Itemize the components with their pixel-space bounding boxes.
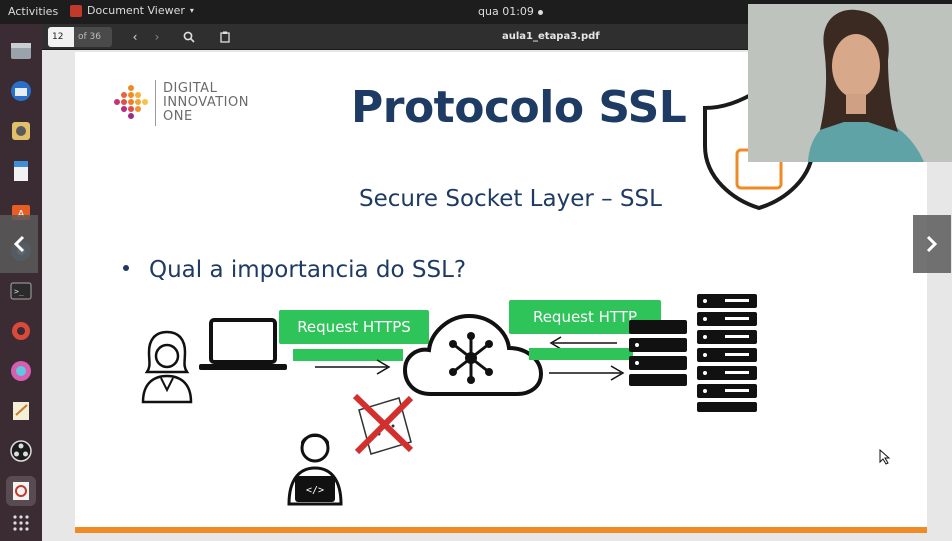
document-filename: aula1_etapa3.pdf: [502, 31, 600, 42]
dock-obs[interactable]: [6, 436, 36, 466]
page-total: of 36: [74, 27, 112, 47]
slide-title: Protocolo SSL: [351, 82, 687, 133]
notification-dot-icon: [537, 9, 543, 15]
color-wheel-icon: [11, 361, 31, 381]
annotations-button[interactable]: [216, 28, 234, 46]
next-page-button[interactable]: ›: [148, 28, 166, 46]
logo-line-3: ONE: [163, 109, 193, 124]
app-menu[interactable]: Document Viewer ▾: [70, 4, 194, 17]
mouse-cursor-icon: [879, 449, 891, 465]
clipboard-icon: [220, 31, 230, 43]
obs-icon: [10, 440, 32, 462]
chevron-right-icon: ›: [154, 30, 160, 44]
chevron-left-icon: [13, 235, 25, 253]
mail-icon: [11, 81, 31, 101]
slide-subtitle: Secure Socket Layer – SSL: [359, 186, 662, 212]
webcam-overlay: [748, 4, 952, 162]
chevron-right-icon: [926, 235, 938, 253]
logo-line-1: DIGITAL: [163, 81, 218, 96]
clock-text: qua 01:09: [478, 5, 534, 18]
dock-writer[interactable]: [6, 156, 36, 186]
server-rack-icon: [697, 294, 757, 412]
dock-terminal[interactable]: >_: [6, 276, 36, 306]
search-button[interactable]: [180, 28, 198, 46]
presenter-video-icon: [748, 4, 952, 162]
dio-logo-icon: [114, 85, 148, 119]
http-green-arrow: [529, 348, 633, 360]
previous-page-button[interactable]: ‹: [126, 28, 144, 46]
music-icon: [12, 122, 30, 140]
dock-document-viewer[interactable]: [6, 476, 36, 506]
dock-color[interactable]: [6, 356, 36, 386]
logo-line-2: INNOVATION: [163, 95, 249, 110]
bullet-dot: [123, 264, 129, 271]
arrow-right-icon: [549, 365, 625, 381]
hacker-icon: </>: [287, 433, 343, 506]
page-selector[interactable]: 12 of 36: [48, 27, 112, 47]
blocked-icon: [352, 393, 414, 455]
dock-notes[interactable]: [6, 396, 36, 426]
svg-text:>_: >_: [14, 287, 24, 296]
activities-button[interactable]: Activities: [8, 5, 58, 18]
dock: A >_: [0, 24, 42, 541]
document-icon: [14, 161, 28, 181]
next-page-overlay-button[interactable]: [913, 215, 951, 273]
app-name: Document Viewer: [87, 4, 185, 17]
dio-logo-text: DIGITAL INNOVATION ONE: [163, 82, 249, 124]
dock-thunderbird[interactable]: [6, 76, 36, 106]
files-icon: [11, 43, 31, 59]
dock-show-apps[interactable]: [6, 508, 36, 538]
app-icon: [70, 4, 82, 17]
terminal-icon: >_: [10, 282, 32, 300]
bullet-text: Qual a importancia do SSL?: [149, 257, 467, 283]
screen: Activities Document Viewer ▾ qua 01:09 A…: [0, 0, 952, 541]
dock-settings[interactable]: [6, 316, 36, 346]
slide-bottom-bar: [75, 527, 927, 533]
logo-separator: [155, 80, 156, 126]
pdf-viewer-icon: [13, 482, 29, 500]
bullet-question: Qual a importancia do SSL?: [123, 257, 466, 283]
server-small-icon: [629, 320, 687, 386]
svg-text:</>: </>: [306, 485, 324, 496]
chevron-down-icon: ▾: [189, 6, 194, 15]
chevron-left-icon: ‹: [132, 30, 138, 44]
gear-icon: [12, 322, 30, 340]
search-icon: [183, 31, 195, 43]
dock-rhythmbox[interactable]: [6, 116, 36, 146]
current-page-input[interactable]: 12: [48, 27, 74, 47]
laptop-icon: [199, 318, 287, 370]
person-icon: [141, 330, 193, 404]
grid-icon: [13, 515, 29, 531]
previous-page-overlay-button[interactable]: [0, 215, 38, 273]
dock-files[interactable]: [6, 36, 36, 66]
arrow-right-icon: [315, 359, 391, 375]
clock[interactable]: qua 01:09: [478, 5, 543, 18]
notes-icon: [13, 402, 29, 420]
